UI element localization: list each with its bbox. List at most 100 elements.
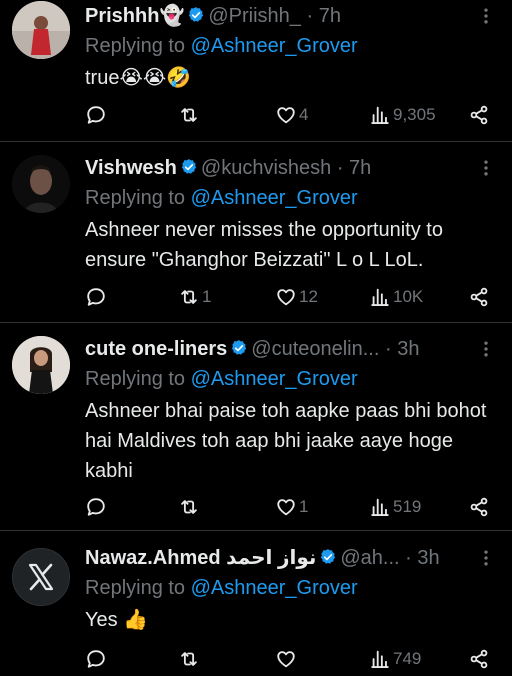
retweet-button[interactable] <box>178 100 202 130</box>
replying-label: Replying to <box>85 187 191 209</box>
mention-link[interactable]: @Ashneer_Grover <box>191 577 358 599</box>
views-button[interactable]: 749 <box>369 644 421 674</box>
like-icon <box>277 107 295 124</box>
user-handle[interactable]: @cuteonelin... <box>251 338 379 360</box>
action-bar: 749 <box>85 644 490 674</box>
views-icon <box>371 498 389 516</box>
replying-label: Replying to <box>85 368 191 390</box>
view-count: 9,305 <box>393 105 436 124</box>
share-icon <box>470 497 488 517</box>
replying-to: Replying to @Ashneer_Grover <box>85 364 500 394</box>
view-count: 749 <box>393 649 422 668</box>
action-bar: 1 519 <box>85 492 490 522</box>
like-button[interactable]: 1 <box>275 492 308 522</box>
share-button[interactable] <box>468 282 490 312</box>
retweet-icon <box>181 500 197 514</box>
reply-icon <box>87 650 105 668</box>
reply-button[interactable] <box>85 100 109 130</box>
views-button[interactable]: 10K <box>369 282 423 312</box>
tweet-text: Yes 👍 <box>85 609 149 631</box>
reply-icon <box>87 288 105 306</box>
tweet[interactable]: Nawaz.Ahmed نواز احمد @ah... · 3h Replyin… <box>0 530 512 676</box>
timestamp[interactable]: · 3h <box>405 547 439 569</box>
display-name[interactable]: Prishhh👻 <box>85 5 184 27</box>
verified-badge-icon <box>188 6 205 23</box>
mention-link[interactable]: @Ashneer_Grover <box>191 187 358 209</box>
timestamp[interactable]: · 7h <box>337 157 371 179</box>
share-button[interactable] <box>468 100 490 130</box>
retweet-button[interactable] <box>178 644 202 674</box>
display-name[interactable]: Nawaz.Ahmed نواز احمد <box>85 547 316 569</box>
retweet-icon <box>181 108 197 122</box>
like-icon <box>277 651 295 668</box>
timestamp[interactable]: · 3h <box>385 338 419 360</box>
tweet-text: Ashneer never misses the opportunity to … <box>85 219 443 271</box>
action-bar: 4 9,305 <box>85 100 490 130</box>
share-icon <box>470 105 488 125</box>
views-icon <box>371 106 389 124</box>
display-name[interactable]: cute one-liners <box>85 338 227 360</box>
reply-button[interactable] <box>85 282 109 312</box>
verified-badge-icon <box>231 339 248 356</box>
tweet-text: true😭😭🤣 <box>85 67 192 89</box>
like-count: 4 <box>299 105 309 124</box>
timestamp[interactable]: · 7h <box>306 5 340 27</box>
action-bar: 1 12 10K <box>85 282 490 312</box>
like-icon <box>277 499 295 516</box>
mention-link[interactable]: @Ashneer_Grover <box>191 368 358 390</box>
share-button[interactable] <box>468 492 490 522</box>
user-handle[interactable]: @ah... <box>340 547 399 569</box>
share-button[interactable] <box>468 644 490 674</box>
retweet-icon <box>181 290 197 304</box>
reply-icon <box>87 106 105 124</box>
replying-to: Replying to @Ashneer_Grover <box>85 573 500 603</box>
like-button[interactable] <box>275 644 299 674</box>
avatar-photo <box>12 155 70 213</box>
replying-label: Replying to <box>85 577 191 599</box>
like-count: 1 <box>299 497 309 516</box>
tweet[interactable]: Vishwesh @kuchvishesh · 7h Replying to @A… <box>0 141 512 322</box>
retweet-button[interactable]: 1 <box>178 282 211 312</box>
reply-button[interactable] <box>85 644 109 674</box>
avatar[interactable] <box>12 336 70 394</box>
replying-to: Replying to @Ashneer_Grover <box>85 31 500 61</box>
views-button[interactable]: 9,305 <box>369 100 436 130</box>
avatar[interactable] <box>12 155 70 213</box>
retweet-button[interactable] <box>178 492 202 522</box>
avatar[interactable] <box>12 548 70 606</box>
mention-link[interactable]: @Ashneer_Grover <box>191 35 358 57</box>
views-button[interactable]: 519 <box>369 492 421 522</box>
retweet-count: 1 <box>202 287 212 306</box>
user-handle[interactable]: @Priishh_ <box>208 5 301 27</box>
share-icon <box>470 287 488 307</box>
verified-badge-icon <box>320 548 337 565</box>
user-handle[interactable]: @kuchvishesh <box>201 157 331 179</box>
more-options-icon[interactable] <box>476 334 496 364</box>
avatar-photo <box>12 336 70 394</box>
replying-to: Replying to @Ashneer_Grover <box>85 183 500 213</box>
retweet-icon <box>181 652 197 666</box>
reply-icon <box>87 498 105 516</box>
like-button[interactable]: 4 <box>275 100 308 130</box>
share-icon <box>470 649 488 669</box>
tweet[interactable]: cute one-liners @cuteonelin... · 3h Reply… <box>0 322 512 530</box>
avatar[interactable] <box>12 1 70 59</box>
views-icon <box>371 650 389 668</box>
reply-button[interactable] <box>85 492 109 522</box>
view-count: 10K <box>393 287 424 306</box>
avatar-photo <box>12 1 70 59</box>
views-icon <box>371 288 389 306</box>
view-count: 519 <box>393 497 422 516</box>
more-options-icon[interactable] <box>476 543 496 573</box>
more-options-icon[interactable] <box>476 153 496 183</box>
verified-badge-icon <box>180 158 197 175</box>
tweet[interactable]: Prishhh👻 @Priishh_ · 7h Replying to @Ashn… <box>0 0 512 141</box>
tweet-text: Ashneer bhai paise toh aapke paas bhi bo… <box>85 400 487 482</box>
x-logo-icon <box>13 549 69 605</box>
replying-label: Replying to <box>85 35 191 57</box>
like-icon <box>277 289 295 306</box>
like-button[interactable]: 12 <box>275 282 318 312</box>
display-name[interactable]: Vishwesh <box>85 157 177 179</box>
more-options-icon[interactable] <box>476 1 496 31</box>
like-count: 12 <box>299 287 318 306</box>
